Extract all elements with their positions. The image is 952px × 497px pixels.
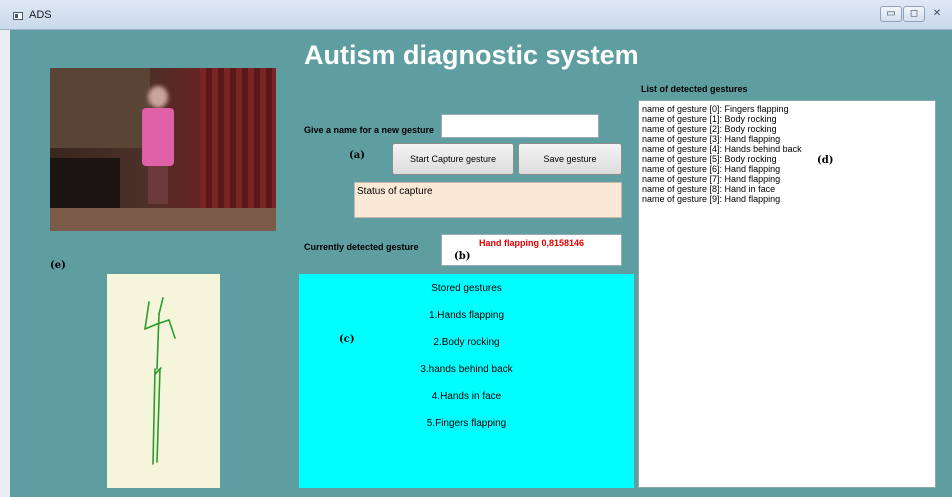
capture-status-text: Status of capture [357,186,433,197]
skeleton-left-forearm [144,301,150,330]
skeleton-left-leg [152,368,156,465]
skeleton-view [107,274,220,488]
subject-dress [142,108,174,166]
list-item[interactable]: name of gesture [2]: Body rocking [642,124,777,134]
stored-gesture-item: 4.Hands in face [431,391,502,402]
gesture-name-input[interactable] [441,114,599,138]
app-title: Autism diagnostic system [304,40,639,70]
maximize-icon: ◻ [909,8,919,19]
stored-gestures-title: Stored gestures [431,283,502,294]
list-item[interactable]: name of gesture [3]: Hand flapping [642,134,780,144]
minimize-button[interactable]: ▭ [880,6,902,22]
maximize-button[interactable]: ◻ [903,6,925,22]
detected-list-title: List of detected gestures [641,84,748,94]
annotation-c: (c) [339,334,355,345]
list-item[interactable]: name of gesture [7]: Hand flapping [642,174,780,184]
detected-gesture-label: Currently detected gesture [304,242,419,252]
list-item[interactable]: name of gesture [5]: Body rocking [642,154,777,164]
skeleton-neck [158,297,164,315]
list-item[interactable]: name of gesture [0]: Fingers flapping [642,104,789,114]
skeleton-figure [144,297,176,465]
detected-gesture-value: Hand flapping 0,8158146 [478,238,585,248]
window-title: ADS [29,9,52,21]
stored-gestures-panel: Stored gestures 1.Hands flapping 2.Body … [299,274,634,488]
close-icon: ✕ [932,8,942,19]
stored-gesture-item: 5.Fingers flapping [426,418,507,429]
list-item[interactable]: name of gesture [6]: Hand flapping [642,164,780,174]
list-item[interactable]: name of gesture [8]: Hand in face [642,184,775,194]
camera-feed [50,68,276,231]
start-capture-button[interactable]: Start Capture gesture [392,143,514,175]
subject-legs [148,166,168,204]
skeleton-right-leg [156,368,161,463]
gesture-name-label: Give a name for a new gesture [304,125,435,135]
minimize-icon: ▭ [886,8,896,19]
save-gesture-button[interactable]: Save gesture [518,143,622,175]
camera-subject [140,86,176,204]
camera-scene-floor [50,208,276,231]
annotation-e: (e) [50,260,66,271]
annotation-b: (b) [454,251,471,262]
skeleton-left-upper-arm [144,323,158,330]
annotation-a: (a) [349,150,365,161]
annotation-d: (d) [817,155,834,166]
list-item[interactable]: name of gesture [1]: Body rocking [642,114,777,124]
window-icon [13,12,23,20]
camera-scene-wall [50,68,150,148]
close-button[interactable]: ✕ [926,6,948,22]
window-border [0,30,10,497]
skeleton-right-forearm [168,319,176,339]
blurred-face [148,86,168,108]
stored-gesture-item: 3.hands behind back [420,364,513,375]
stored-gesture-item: 1.Hands flapping [428,310,505,321]
camera-scene-curtain [200,68,276,231]
title-bar: ADS ▭ ◻ ✕ [0,0,952,30]
detected-gestures-list[interactable]: name of gesture [0]: Fingers flapping na… [638,100,936,488]
skeleton-spine [156,313,160,370]
list-item[interactable]: name of gesture [4]: Hands behind back [642,144,802,154]
list-item[interactable]: name of gesture [9]: Hand flapping [642,194,780,204]
capture-status-box: Status of capture [354,182,622,218]
app-client-area: Autism diagnostic system (e) Give a name… [10,30,952,497]
